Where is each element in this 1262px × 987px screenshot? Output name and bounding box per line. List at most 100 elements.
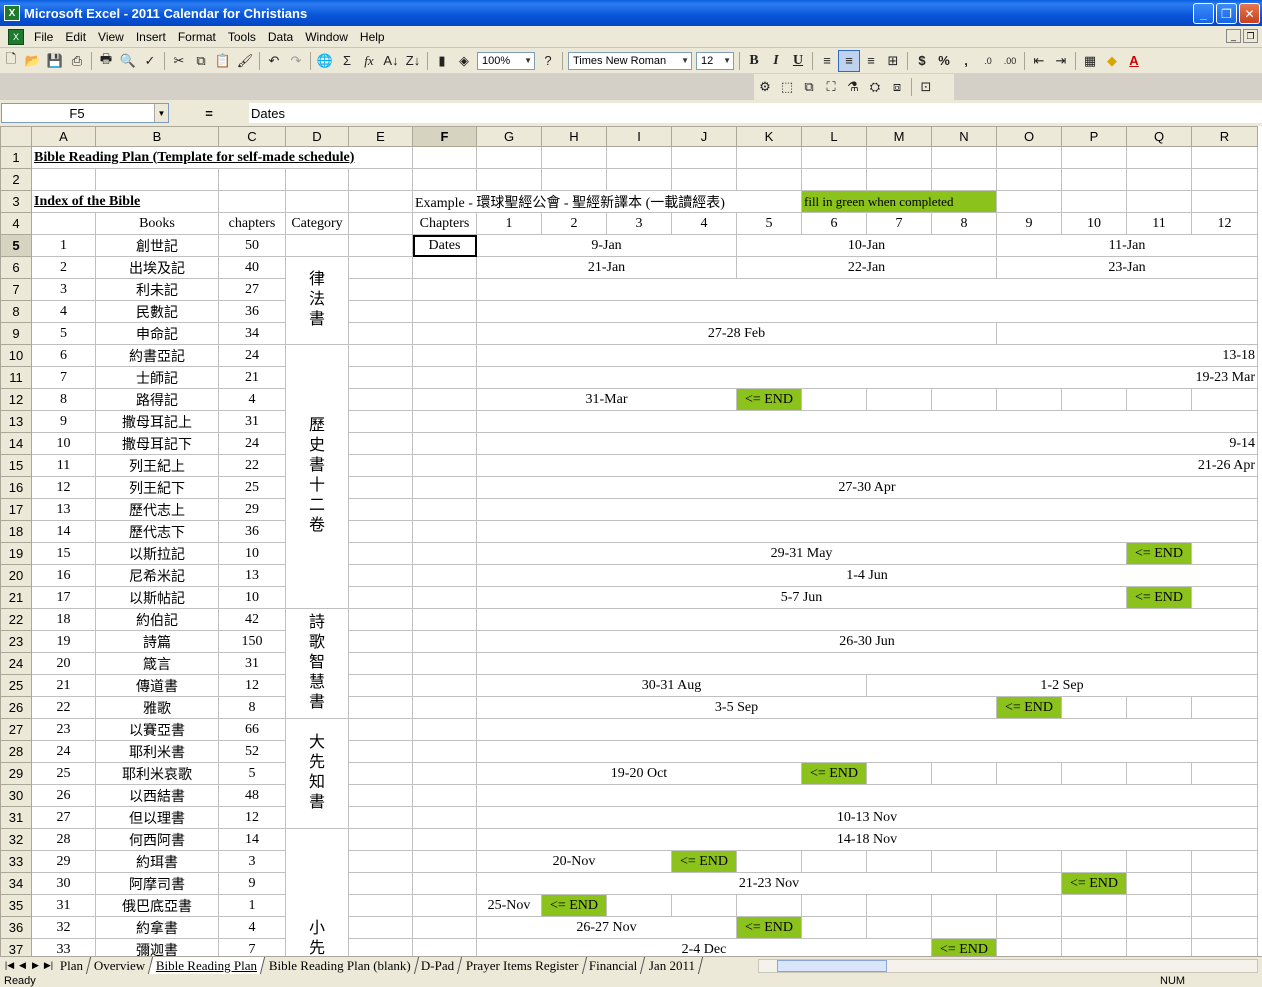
row-header[interactable]: 21 <box>0 586 32 609</box>
chapter-number[interactable]: 11 <box>1126 212 1192 235</box>
fill-color-icon[interactable]: ◆ <box>1101 50 1123 72</box>
tool-2-icon[interactable]: ⬚ <box>776 76 798 98</box>
book-chapters[interactable]: 8 <box>218 696 286 719</box>
date-range[interactable]: 9-14 <box>476 432 1258 455</box>
book-number[interactable]: 12 <box>31 476 96 499</box>
workbook-minimize-button[interactable]: _ <box>1226 29 1241 43</box>
cell[interactable] <box>348 366 413 389</box>
increase-indent-icon[interactable]: ⇥ <box>1050 50 1072 72</box>
align-center-icon[interactable]: ≡ <box>838 49 860 72</box>
comma-icon[interactable]: , <box>955 50 977 72</box>
date-range[interactable]: 26-27 Nov <box>476 916 737 939</box>
col-header-d[interactable]: D <box>285 126 349 147</box>
cell[interactable] <box>1126 916 1192 939</box>
row-header[interactable]: 20 <box>0 564 32 587</box>
row-header[interactable]: 28 <box>0 740 32 763</box>
cell[interactable] <box>1191 542 1258 565</box>
book-number[interactable]: 25 <box>31 762 96 785</box>
book-number[interactable]: 20 <box>31 652 96 675</box>
cell[interactable] <box>996 190 1062 213</box>
sort-ascending-icon[interactable]: A↓ <box>380 50 402 72</box>
cell[interactable] <box>931 146 997 169</box>
cell[interactable] <box>801 168 867 191</box>
book-number[interactable]: 7 <box>31 366 96 389</box>
menu-view[interactable]: View <box>92 27 130 47</box>
cell[interactable] <box>1061 850 1127 873</box>
book-chapters[interactable]: 29 <box>218 498 286 521</box>
chapter-number[interactable]: 1 <box>476 212 542 235</box>
col-header-q[interactable]: Q <box>1126 126 1192 147</box>
sheet-title[interactable]: Bible Reading Plan (Template for self-ma… <box>31 146 413 169</box>
cell[interactable] <box>348 894 413 917</box>
cell[interactable] <box>348 520 413 543</box>
menu-file[interactable]: File <box>28 27 59 47</box>
cell[interactable] <box>348 586 413 609</box>
bold-button[interactable]: B <box>743 50 765 72</box>
restore-button[interactable]: ❐ <box>1216 3 1237 24</box>
cell[interactable] <box>412 388 477 411</box>
date-range[interactable]: 21-23 Nov <box>476 872 1062 895</box>
row-header[interactable]: 1 <box>0 146 32 169</box>
chapter-number[interactable]: 2 <box>541 212 607 235</box>
cell[interactable] <box>931 894 997 917</box>
cell[interactable] <box>866 850 932 873</box>
cell[interactable] <box>996 850 1062 873</box>
cell[interactable] <box>412 322 477 345</box>
cell[interactable] <box>1191 916 1258 939</box>
row-header[interactable]: 24 <box>0 652 32 675</box>
cell[interactable] <box>801 388 867 411</box>
book-name[interactable]: 撒母耳記上 <box>95 410 219 433</box>
workbook-restore-button[interactable]: ❐ <box>1243 29 1258 43</box>
cell[interactable] <box>348 432 413 455</box>
copy-icon[interactable]: ⧉ <box>190 50 212 72</box>
row-header[interactable]: 27 <box>0 718 32 741</box>
cell[interactable] <box>412 344 477 367</box>
tab-financial[interactable]: Financial <box>582 957 646 974</box>
col-header-j[interactable]: J <box>671 126 737 147</box>
cell[interactable] <box>412 586 477 609</box>
book-name[interactable]: 約珥書 <box>95 850 219 873</box>
cell[interactable] <box>412 454 477 477</box>
cell[interactable] <box>1191 190 1258 213</box>
cell[interactable] <box>476 652 1258 675</box>
book-number[interactable]: 17 <box>31 586 96 609</box>
chapter-number[interactable]: 5 <box>736 212 802 235</box>
book-chapters[interactable]: 36 <box>218 520 286 543</box>
cell[interactable] <box>606 168 672 191</box>
cell[interactable] <box>348 652 413 675</box>
print-icon[interactable]: 🖶 <box>95 50 117 72</box>
help-icon[interactable]: ? <box>537 50 559 72</box>
cell[interactable] <box>412 762 477 785</box>
print-preview-icon[interactable]: 🔍 <box>117 50 139 72</box>
borders-icon[interactable]: ▦ <box>1079 50 1101 72</box>
italic-button[interactable]: I <box>765 50 787 72</box>
date-range[interactable]: 25-Nov <box>476 894 542 917</box>
cell[interactable] <box>348 388 413 411</box>
cell[interactable] <box>348 608 413 631</box>
col-header-p[interactable]: P <box>1061 126 1127 147</box>
cell[interactable] <box>996 762 1062 785</box>
cell[interactable] <box>476 718 1258 741</box>
row-header[interactable]: 19 <box>0 542 32 565</box>
cell[interactable] <box>606 146 672 169</box>
book-chapters[interactable]: 12 <box>218 806 286 829</box>
cell[interactable] <box>736 146 802 169</box>
cell[interactable] <box>476 498 1258 521</box>
paste-icon[interactable]: 📋 <box>212 50 234 72</box>
book-number[interactable]: 24 <box>31 740 96 763</box>
row-header[interactable]: 17 <box>0 498 32 521</box>
book-name[interactable]: 詩篇 <box>95 630 219 653</box>
chapter-number[interactable]: 9 <box>996 212 1062 235</box>
spreadsheet-grid[interactable]: A B C D E F G H I J K L M N O P Q R 1 Bi… <box>0 126 1262 958</box>
align-right-icon[interactable]: ≡ <box>860 50 882 72</box>
cell[interactable] <box>412 916 477 939</box>
book-chapters[interactable]: 10 <box>218 542 286 565</box>
col-header-o[interactable]: O <box>996 126 1062 147</box>
book-name[interactable]: 民數記 <box>95 300 219 323</box>
cell[interactable] <box>866 168 932 191</box>
row-header[interactable]: 13 <box>0 410 32 433</box>
col-header-k[interactable]: K <box>736 126 802 147</box>
font-size-select[interactable]: 12 ▼ <box>696 51 734 70</box>
date-range[interactable]: 5-7 Jun <box>476 586 1127 609</box>
book-number[interactable]: 29 <box>31 850 96 873</box>
